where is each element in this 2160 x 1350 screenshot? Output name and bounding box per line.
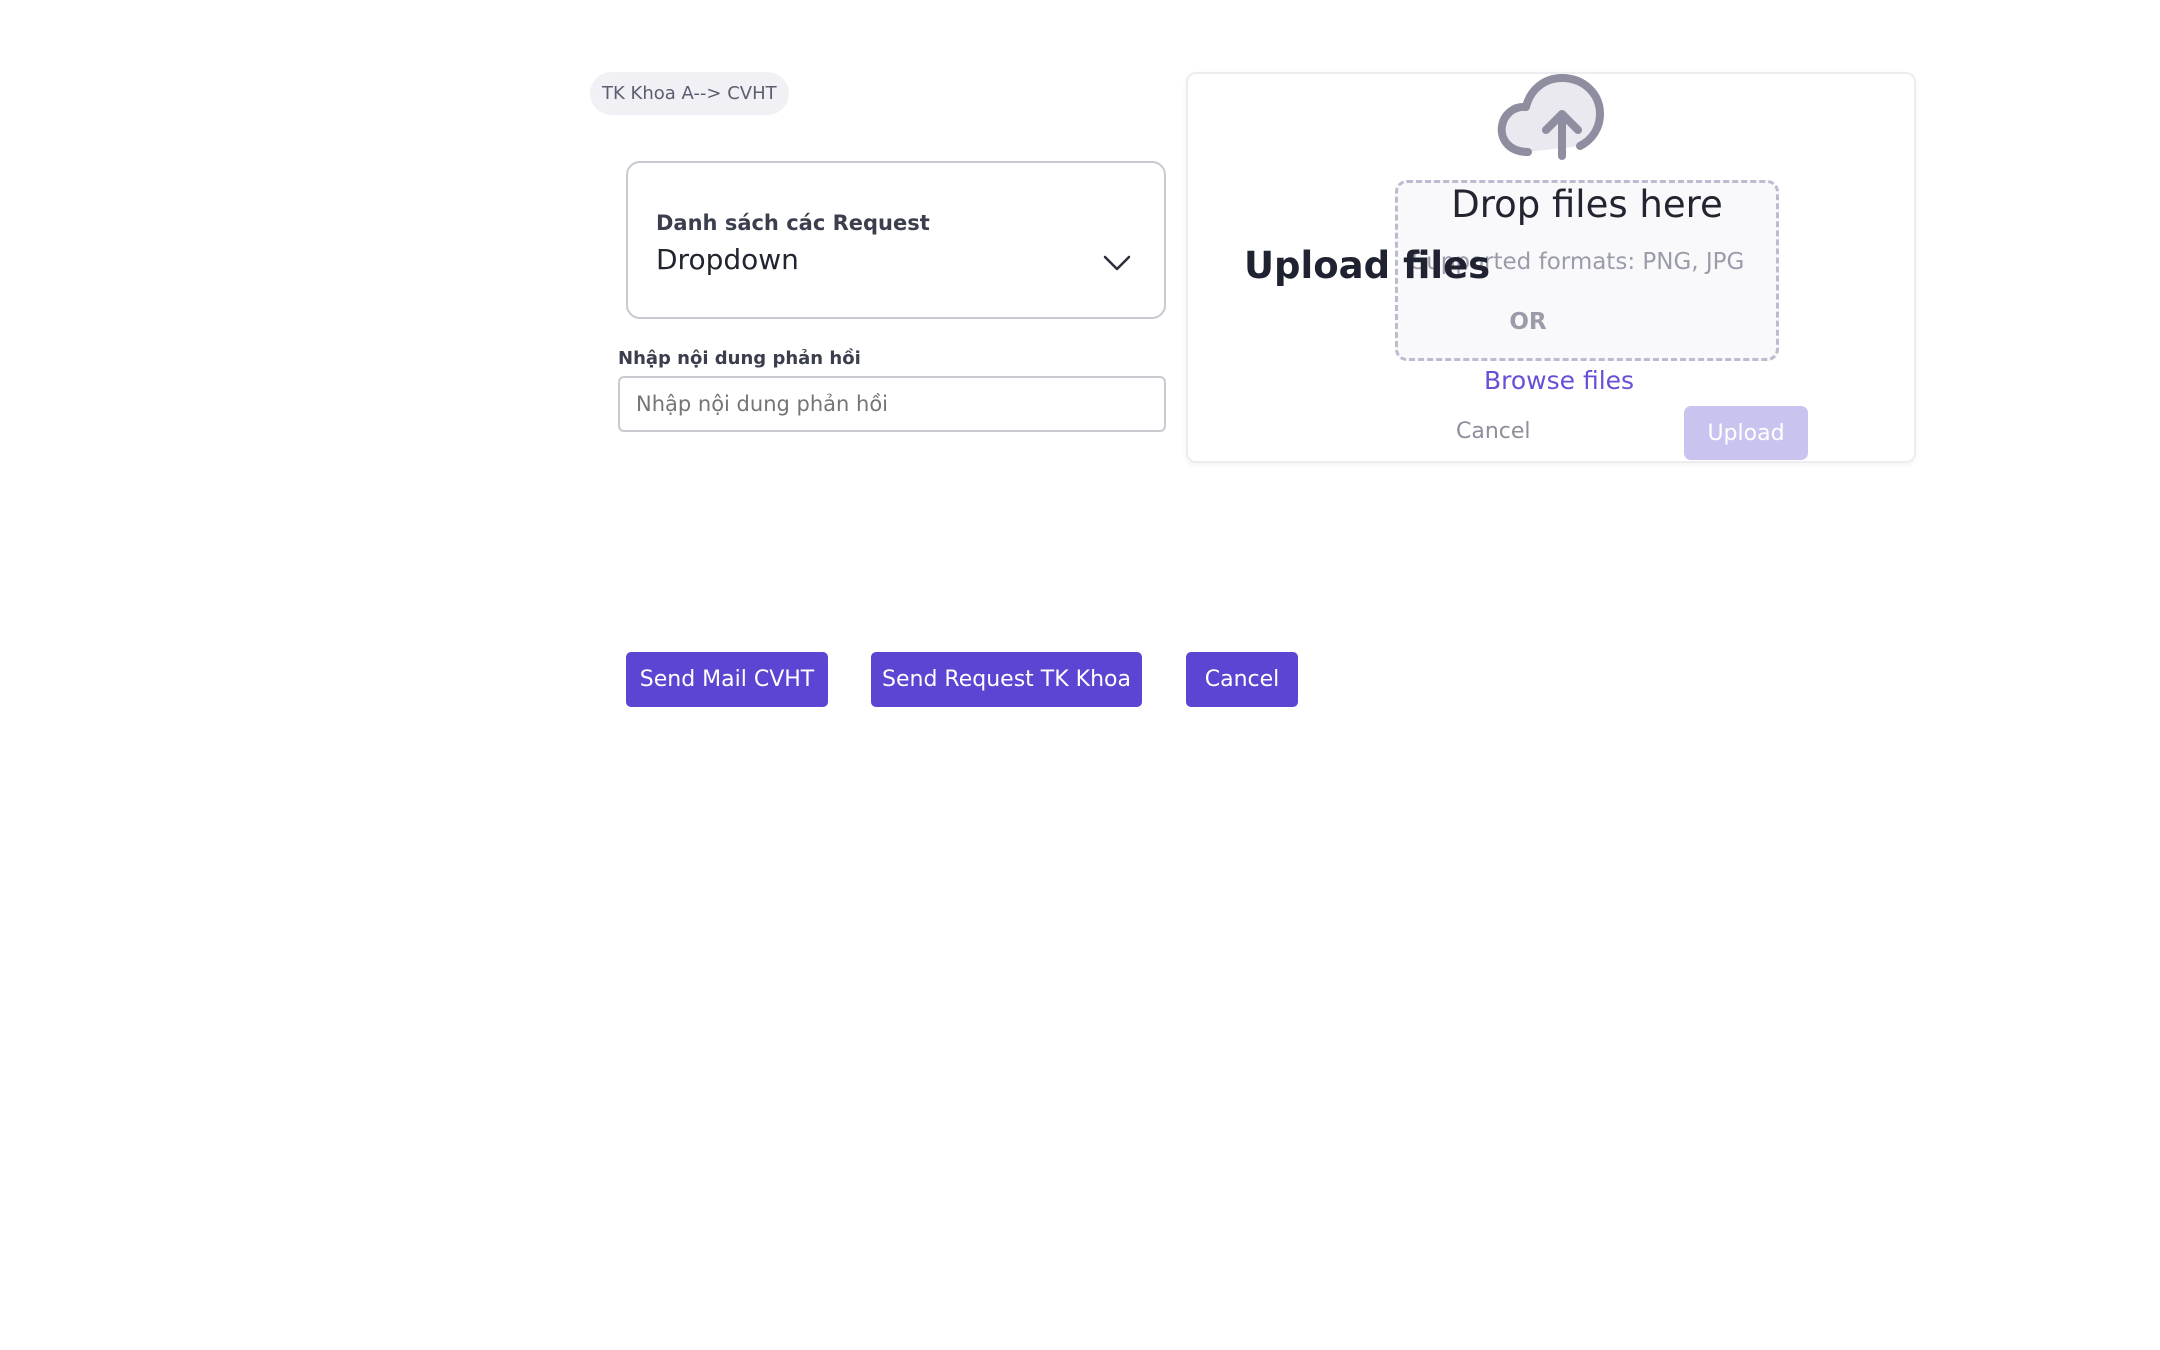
breadcrumb-text: TK Khoa A--> CVHT [602, 83, 777, 104]
reply-input[interactable] [618, 376, 1166, 432]
cancel-button[interactable]: Cancel [1186, 652, 1298, 707]
drop-title: Drop files here [1451, 183, 1723, 226]
upload-title: Upload files [1244, 244, 1491, 287]
send-mail-cvht-button[interactable]: Send Mail CVHT [626, 652, 828, 707]
upload-cancel-button[interactable]: Cancel [1456, 419, 1531, 444]
upload-button[interactable]: Upload [1684, 406, 1808, 460]
chevron-down-icon[interactable] [1102, 253, 1132, 273]
send-request-tk-khoa-button[interactable]: Send Request TK Khoa [871, 652, 1142, 707]
reply-label: Nhập nội dung phản hồi [618, 348, 861, 369]
dropdown-label: Danh sách các Request [656, 211, 930, 235]
upload-card: Drop files here Supported formats: PNG, … [1186, 72, 1916, 463]
request-list-dropdown[interactable]: Danh sách các Request Dropdown [626, 161, 1166, 319]
breadcrumb-chip: TK Khoa A--> CVHT [590, 72, 789, 115]
browse-files-link[interactable]: Browse files [1484, 366, 1634, 395]
cloud-upload-icon [1497, 74, 1604, 160]
dropdown-selected-value: Dropdown [656, 243, 799, 276]
or-divider: OR [1509, 309, 1547, 335]
